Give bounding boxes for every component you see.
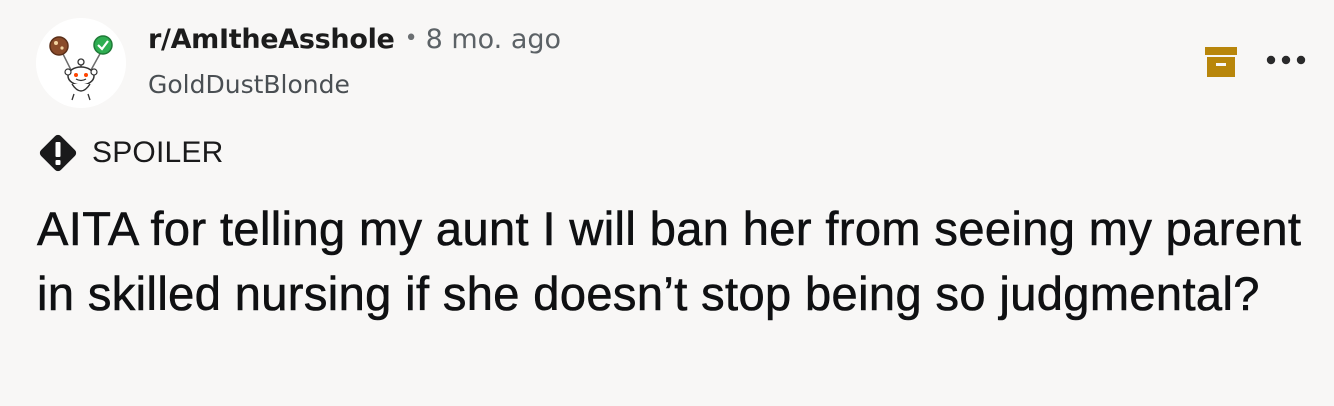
- post-title[interactable]: AITA for telling my aunt I will ban her …: [37, 196, 1307, 326]
- post-card: r/AmItheAsshole • 8 mo. ago GoldDustBlon…: [0, 0, 1334, 406]
- meta-separator: •: [404, 26, 418, 51]
- snoo-avatar-icon: [36, 18, 126, 108]
- spoiler-label: SPOILER: [92, 136, 224, 169]
- subreddit-link[interactable]: r/AmItheAsshole: [148, 24, 395, 55]
- subreddit-line: r/AmItheAsshole • 8 mo. ago: [148, 24, 561, 62]
- spoiler-flair: SPOILER: [36, 131, 223, 175]
- post-meta: r/AmItheAsshole • 8 mo. ago GoldDustBlon…: [148, 24, 561, 99]
- subreddit-avatar[interactable]: [36, 18, 126, 108]
- post-age: 8 mo. ago: [425, 24, 562, 55]
- spoiler-warning-icon: [39, 134, 77, 172]
- archive-save-icon[interactable]: [1204, 44, 1238, 78]
- author-link[interactable]: GoldDustBlonde: [148, 70, 561, 99]
- more-options-icon[interactable]: [1264, 50, 1308, 70]
